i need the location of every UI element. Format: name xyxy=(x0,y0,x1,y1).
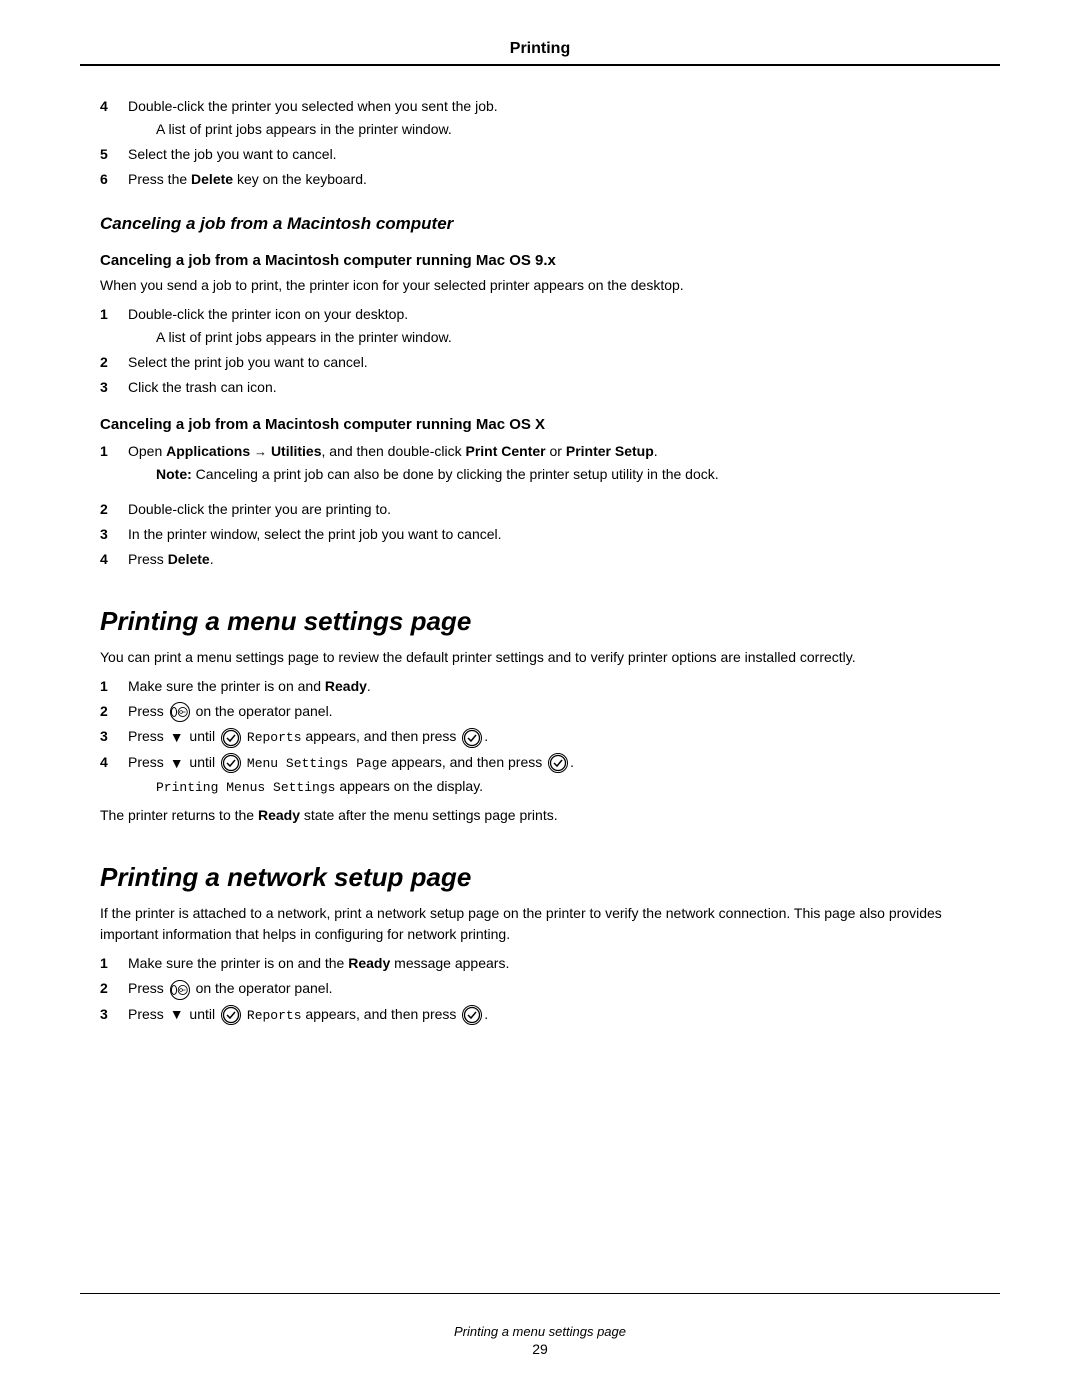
header-rule xyxy=(80,64,1000,66)
step-number: 2 xyxy=(100,352,128,373)
step-content: Open Applications → Utilities, and then … xyxy=(128,441,980,495)
list-item: 3 Press ▼ until Reports appears, and the… xyxy=(100,726,980,748)
step-number: 2 xyxy=(100,499,128,520)
step-content: Press ▼ until Reports appears, and then … xyxy=(128,1004,980,1026)
down-arrow-icon: ▼ xyxy=(170,753,184,774)
list-item: 4 Press ▼ until Menu Settings Page appea… xyxy=(100,752,980,797)
list-item: 2 Press on the operator panel. xyxy=(100,701,980,722)
page-footer: Printing a menu settings page 29 xyxy=(0,1293,1080,1357)
step-content: Press on the operator panel. xyxy=(128,978,980,999)
step-number: 5 xyxy=(100,144,128,165)
content: 4 Double-click the printer you selected … xyxy=(100,96,980,1025)
list-item: 6 Press the Delete key on the keyboard. xyxy=(100,169,980,190)
subsection-heading-macosx: Canceling a job from a Macintosh compute… xyxy=(100,416,980,433)
main-heading-network-setup: Printing a network setup page xyxy=(100,862,980,893)
check-icon xyxy=(462,728,482,748)
section-heading-canceling: Canceling a job from a Macintosh compute… xyxy=(100,214,980,234)
footer-label: Printing a menu settings page xyxy=(454,1324,626,1339)
list-item: 2 Press on the operator panel. xyxy=(100,978,980,999)
note-block: Note: Canceling a print job can also be … xyxy=(156,464,920,485)
step-number: 3 xyxy=(100,524,128,545)
network-setup-steps: 1 Make sure the printer is on and the Re… xyxy=(100,953,980,1025)
list-item: 2 Select the print job you want to cance… xyxy=(100,352,980,373)
macosx-steps: 1 Open Applications → Utilities, and the… xyxy=(100,441,980,570)
step-content: Press ▼ until Reports appears, and then … xyxy=(128,726,980,748)
step-number: 3 xyxy=(100,1004,128,1025)
list-item: 5 Select the job you want to cancel. xyxy=(100,144,980,165)
step-number: 1 xyxy=(100,441,128,462)
step-sub: Printing Menus Settings appears on the d… xyxy=(156,776,980,798)
check-icon xyxy=(221,1005,241,1025)
menu-settings-steps: 1 Make sure the printer is on and Ready.… xyxy=(100,676,980,797)
page-title: Printing xyxy=(100,40,980,58)
menu-icon xyxy=(170,702,190,722)
step-number: 3 xyxy=(100,726,128,747)
footer-rule xyxy=(80,1293,1000,1294)
menu-settings-closing: The printer returns to the Ready state a… xyxy=(100,805,980,826)
check-icon xyxy=(548,753,568,773)
step-content: Click the trash can icon. xyxy=(128,377,980,398)
list-item: 3 Click the trash can icon. xyxy=(100,377,980,398)
step-content: Press Delete. xyxy=(128,549,980,570)
footer-page-number: 29 xyxy=(0,1341,1080,1357)
step-number: 6 xyxy=(100,169,128,190)
menu-settings-intro: You can print a menu settings page to re… xyxy=(100,647,980,668)
check-icon xyxy=(462,1005,482,1025)
step-content: Select the print job you want to cancel. xyxy=(128,352,980,373)
list-item: 3 In the printer window, select the prin… xyxy=(100,524,980,545)
menu-icon xyxy=(170,980,190,1000)
step-content: Double-click the printer icon on your de… xyxy=(128,304,980,348)
step-content: Press ▼ until Menu Settings Page appears… xyxy=(128,752,980,797)
list-item: 1 Make sure the printer is on and the Re… xyxy=(100,953,980,974)
step-number: 1 xyxy=(100,676,128,697)
step-number: 4 xyxy=(100,96,128,117)
intro-steps: 4 Double-click the printer you selected … xyxy=(100,96,980,190)
list-item: 4 Press Delete. xyxy=(100,549,980,570)
list-item: 3 Press ▼ until Reports appears, and the… xyxy=(100,1004,980,1026)
check-icon xyxy=(221,728,241,748)
step-number: 1 xyxy=(100,953,128,974)
step-content: Press on the operator panel. xyxy=(128,701,980,722)
step-content: In the printer window, select the print … xyxy=(128,524,980,545)
check-icon xyxy=(221,753,241,773)
step-content: Make sure the printer is on and the Read… xyxy=(128,953,980,974)
step-number: 2 xyxy=(100,978,128,999)
subsection-heading-macos9: Canceling a job from a Macintosh compute… xyxy=(100,252,980,269)
list-item: 4 Double-click the printer you selected … xyxy=(100,96,980,140)
macos9-steps: 1 Double-click the printer icon on your … xyxy=(100,304,980,398)
page-header: Printing xyxy=(100,40,980,66)
list-item: 1 Double-click the printer icon on your … xyxy=(100,304,980,348)
down-arrow-icon: ▼ xyxy=(170,1004,184,1025)
list-item: 1 Open Applications → Utilities, and the… xyxy=(100,441,980,495)
step-number: 2 xyxy=(100,701,128,722)
network-setup-intro: If the printer is attached to a network,… xyxy=(100,903,980,945)
page: Printing 4 Double-click the printer you … xyxy=(0,0,1080,1397)
step-number: 1 xyxy=(100,304,128,325)
step-number: 3 xyxy=(100,377,128,398)
step-content: Make sure the printer is on and Ready. xyxy=(128,676,980,697)
list-item: 2 Double-click the printer you are print… xyxy=(100,499,980,520)
step-number: 4 xyxy=(100,549,128,570)
step-content: Select the job you want to cancel. xyxy=(128,144,980,165)
step-sub: A list of print jobs appears in the prin… xyxy=(156,119,980,140)
subsection1-intro: When you send a job to print, the printe… xyxy=(100,275,980,296)
down-arrow-icon: ▼ xyxy=(170,727,184,748)
step-content: Double-click the printer you are printin… xyxy=(128,499,980,520)
step-sub: A list of print jobs appears in the prin… xyxy=(156,327,980,348)
step-content: Press the Delete key on the keyboard. xyxy=(128,169,980,190)
main-heading-menu-settings: Printing a menu settings page xyxy=(100,606,980,637)
step-content: Double-click the printer you selected wh… xyxy=(128,96,980,140)
list-item: 1 Make sure the printer is on and Ready. xyxy=(100,676,980,697)
step-number: 4 xyxy=(100,752,128,773)
